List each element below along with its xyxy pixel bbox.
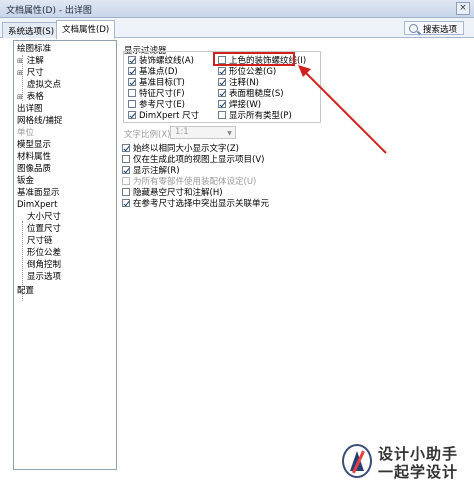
checkbox-box[interactable] <box>122 199 130 207</box>
text-scale-label: 文字比例(X): <box>124 130 174 140</box>
watermark: 设计小助手 一起学设计 <box>342 440 470 482</box>
chevron-down-icon: ▼ <box>227 130 232 137</box>
checkbox-box[interactable] <box>122 166 130 174</box>
text-scale-select[interactable]: 1:1 ▼ <box>170 126 236 139</box>
checkbox-hide-dangling[interactable]: 隐藏悬空尺寸和注解(H) <box>122 188 223 199</box>
text-scale-value: 1:1 <box>175 127 189 137</box>
checkbox-display-annotations[interactable]: 显示注解(R) <box>122 166 180 177</box>
checkbox-highlight-associated[interactable]: 在参考尺寸选择中突出显示关联单元 <box>122 199 269 210</box>
checkbox-constant-text-size[interactable]: 始终以相同大小显示文字(Z) <box>122 144 239 155</box>
annotation-arrow <box>298 65 387 154</box>
checkbox-box <box>122 177 130 185</box>
checkbox-box[interactable] <box>122 188 130 196</box>
checkbox-box[interactable] <box>122 144 130 152</box>
checkbox-use-assembly-setting: 为所有零部件使用装配体设定(U) <box>122 177 256 188</box>
checkbox-show-in-created-view[interactable]: 仅在生成此项的视图上显示项目(V) <box>122 155 264 166</box>
watermark-logo-icon <box>342 444 372 478</box>
watermark-line2: 一起学设计 <box>378 463 459 481</box>
checkbox-box[interactable] <box>122 155 130 163</box>
